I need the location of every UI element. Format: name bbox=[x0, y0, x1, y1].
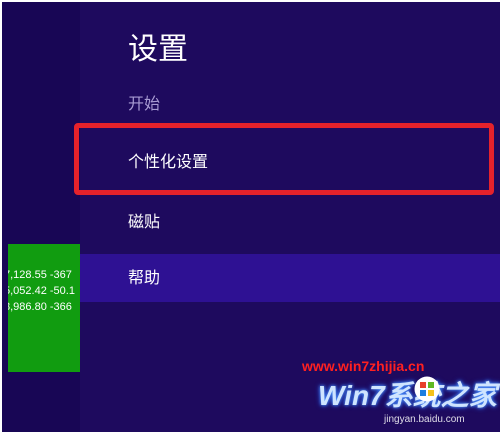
panel-title: 设置 bbox=[128, 32, 188, 67]
watermark-logo: Win7系统之家 bbox=[318, 380, 497, 411]
watermark-url: www.win7zhijia.cn bbox=[302, 358, 425, 374]
section-label-start: 开始 bbox=[128, 94, 161, 113]
tile-line-2: 5,052.42 -50.1 bbox=[8, 285, 75, 297]
finance-tile[interactable]: 7,128.55 -367 5,052.42 -50.1 8,986.80 -3… bbox=[8, 244, 80, 372]
start-screen-strip: 7,128.55 -367 5,052.42 -50.1 8,986.80 -3… bbox=[2, 2, 80, 432]
menu-item-help-label: 帮助 bbox=[128, 268, 161, 287]
menu-item-tiles-label: 磁贴 bbox=[128, 212, 161, 231]
screen-frame: 7,128.55 -367 5,052.42 -50.1 8,986.80 -3… bbox=[2, 2, 500, 432]
highlight-annotation-box bbox=[74, 123, 494, 195]
watermark-sub: jingyan.baidu.com bbox=[384, 414, 465, 425]
settings-charm-panel: 设置 开始 个性化设置 磁贴 帮助 bbox=[80, 2, 500, 432]
menu-item-tiles[interactable]: 磁贴 bbox=[80, 198, 500, 246]
tile-line-3: 8,986.80 -366 bbox=[8, 301, 72, 313]
menu-item-help[interactable]: 帮助 bbox=[80, 254, 500, 302]
tile-line-1: 7,128.55 -367 bbox=[8, 269, 72, 281]
windows-logo-icon bbox=[414, 376, 440, 402]
